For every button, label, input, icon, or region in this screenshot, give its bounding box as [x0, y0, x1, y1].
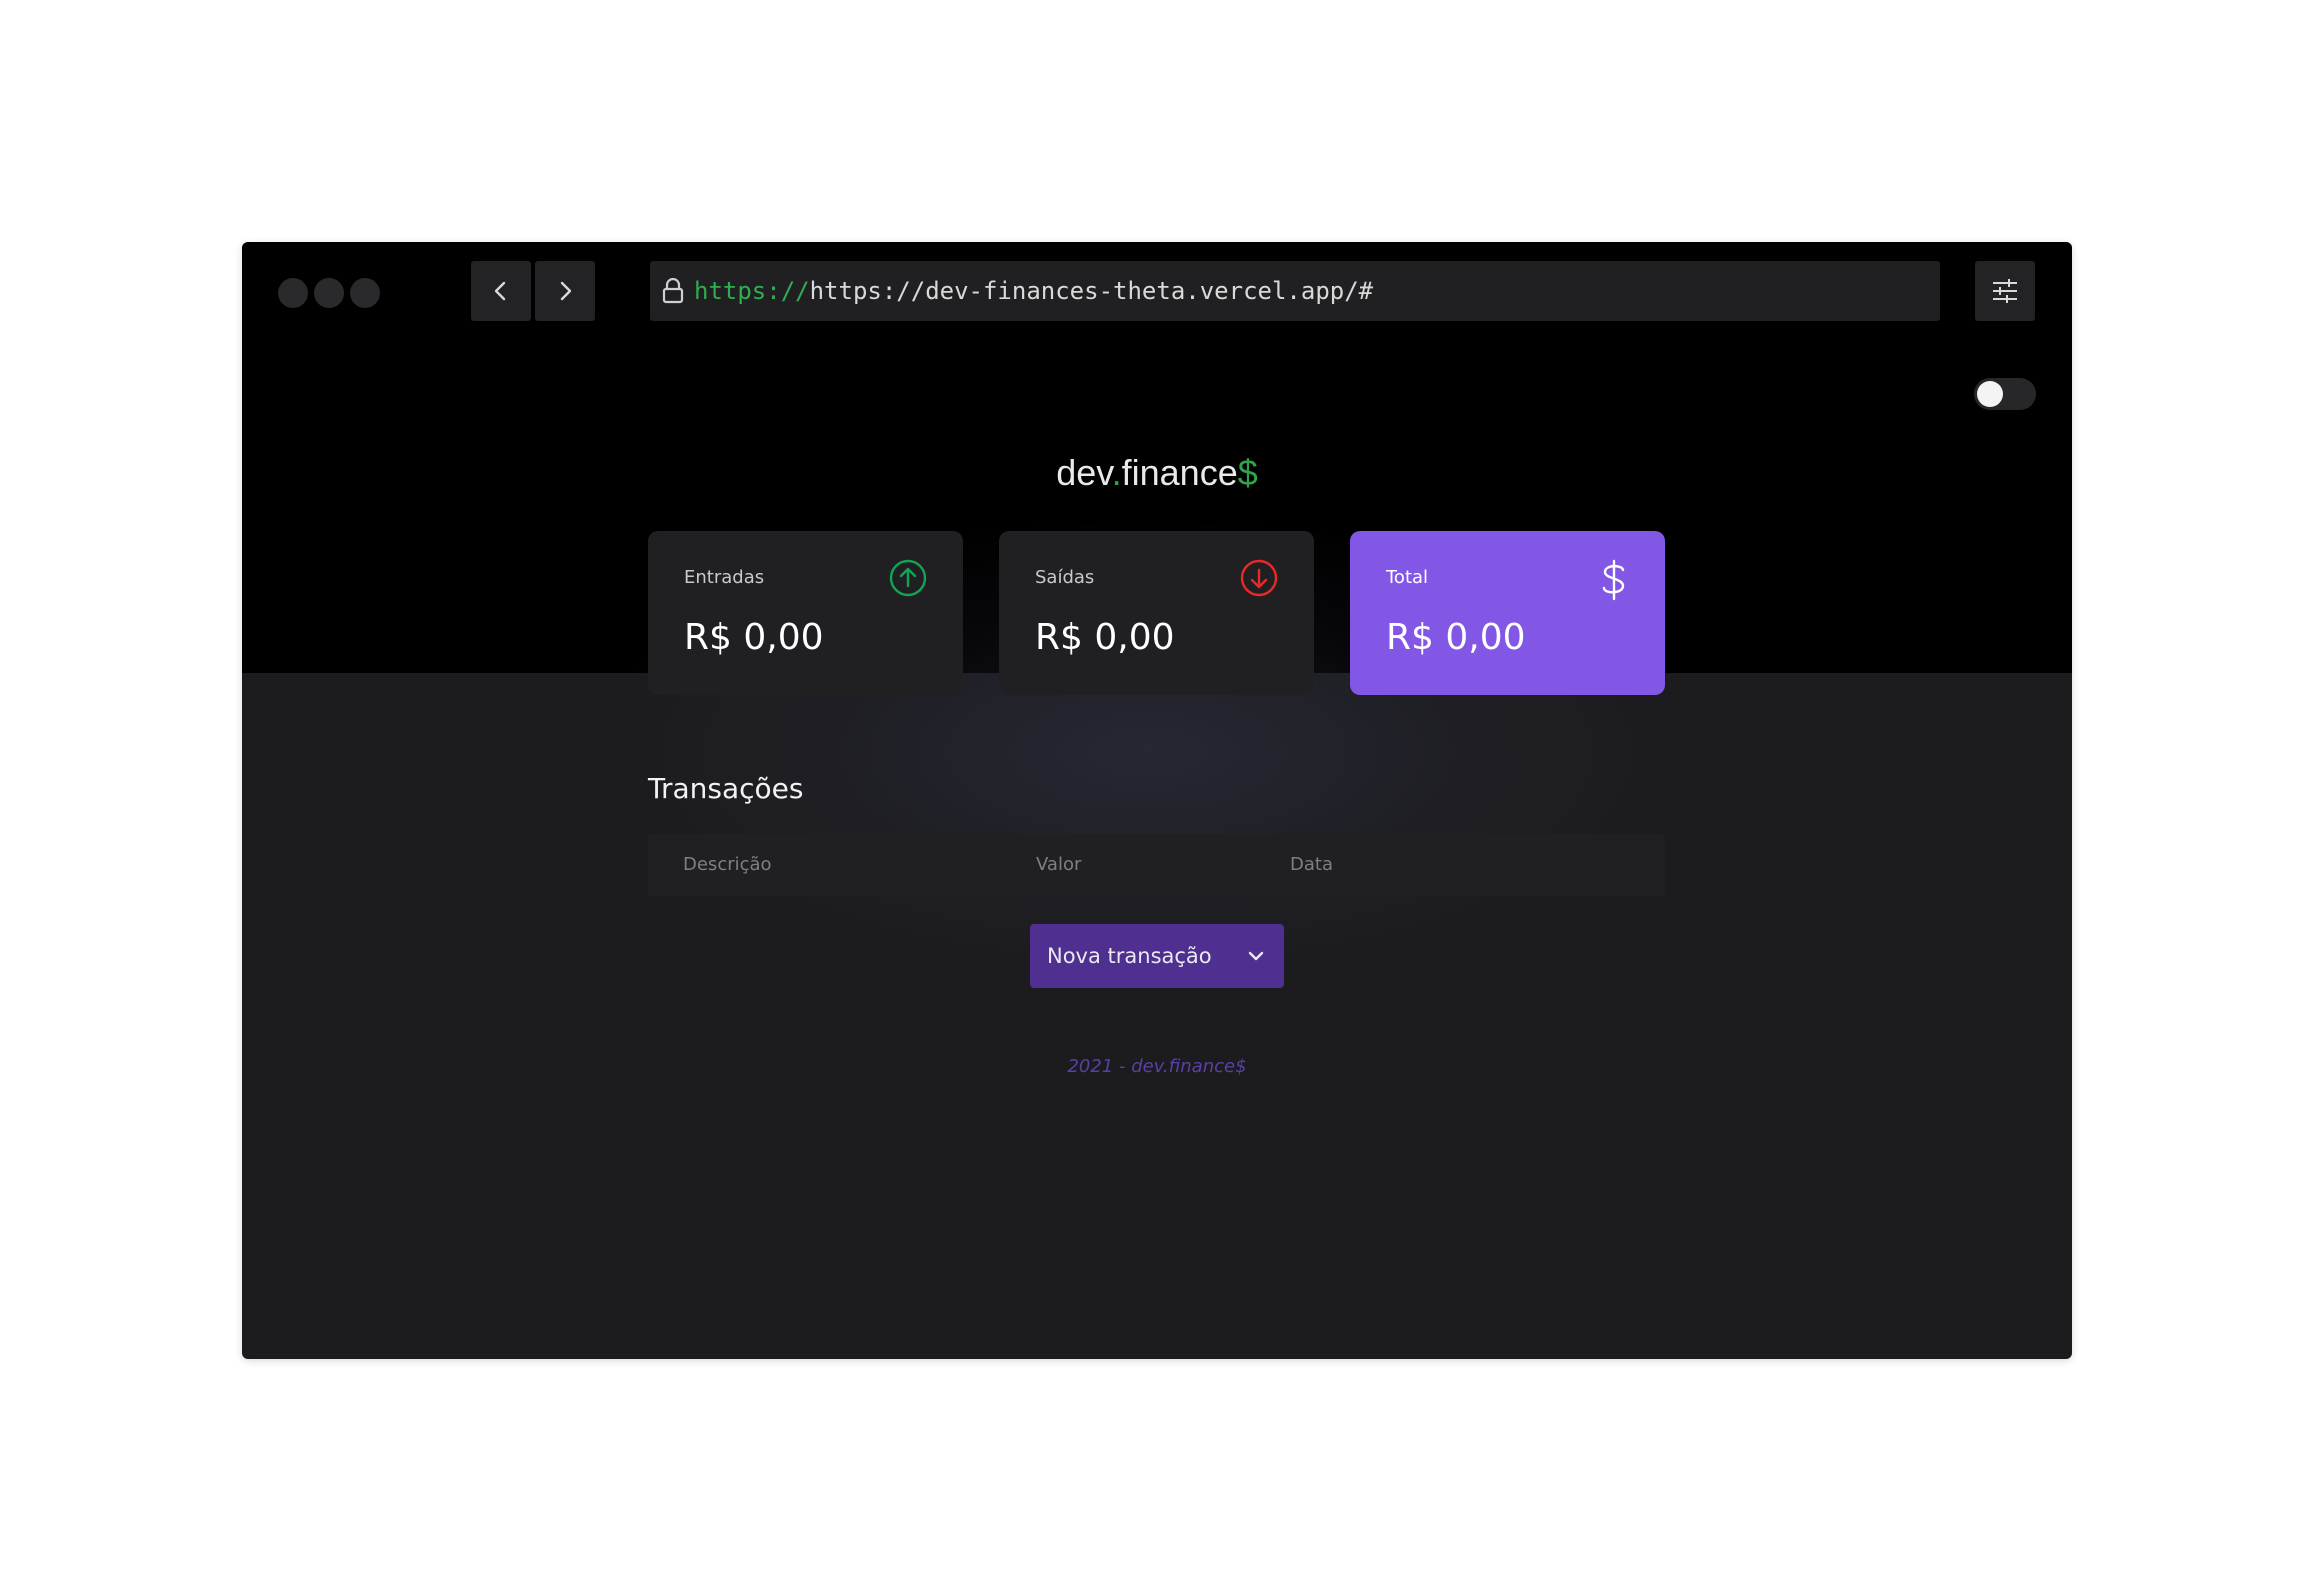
- footer-text: 2021 - dev.finance$: [1067, 1056, 1247, 1077]
- logo-finance: finance: [1121, 452, 1238, 493]
- url-text: https://dev-finances-theta.vercel.app/#: [809, 277, 1374, 305]
- card-value: R$ 0,00: [684, 617, 824, 658]
- card-value: R$ 0,00: [1386, 617, 1526, 658]
- address-bar[interactable]: https://https://dev-finances-theta.verce…: [650, 261, 1940, 321]
- url-scheme: https://: [694, 277, 810, 305]
- toggle-knob: [1977, 381, 2003, 407]
- chevron-down-icon: [1246, 946, 1266, 971]
- settings-button[interactable]: [1975, 261, 2035, 321]
- back-button[interactable]: [471, 261, 531, 321]
- forward-button[interactable]: [535, 261, 595, 321]
- sliders-icon: [1993, 279, 2017, 303]
- logo-dev: dev: [1056, 452, 1112, 493]
- app-logo: dev.finance$: [242, 452, 2072, 494]
- new-transaction-label: Nova transação: [1047, 944, 1212, 968]
- dollar-icon: [1599, 559, 1629, 605]
- logo-dot: .: [1111, 452, 1122, 493]
- card-label: Saídas: [1035, 567, 1095, 588]
- window-control-minimize[interactable]: [314, 278, 344, 308]
- new-transaction-button[interactable]: Nova transação: [1030, 924, 1284, 988]
- chevron-left-icon: [494, 281, 506, 301]
- theme-toggle[interactable]: [1974, 378, 2036, 410]
- card-label: Total: [1386, 567, 1429, 588]
- lock-icon: [662, 278, 684, 304]
- window-control-close[interactable]: [278, 278, 308, 308]
- card-value: R$ 0,00: [1035, 617, 1175, 658]
- card-income: Entradas R$ 0,00: [648, 531, 963, 695]
- column-description: Descrição: [683, 854, 772, 875]
- logo-dollar: $: [1237, 452, 1258, 493]
- table-header: Descrição Valor Data: [648, 834, 1665, 896]
- column-value: Valor: [1036, 854, 1082, 875]
- card-expense: Saídas R$ 0,00: [999, 531, 1314, 695]
- browser-window: https://https://dev-finances-theta.verce…: [242, 242, 2072, 1359]
- arrow-down-circle-icon: [1240, 559, 1278, 601]
- column-date: Data: [1290, 854, 1333, 875]
- arrow-up-circle-icon: [889, 559, 927, 601]
- chevron-right-icon: [560, 281, 572, 301]
- card-total: Total R$ 0,00: [1350, 531, 1665, 695]
- transactions-title: Transações: [648, 772, 804, 805]
- card-label: Entradas: [684, 567, 765, 588]
- window-control-maximize[interactable]: [350, 278, 380, 308]
